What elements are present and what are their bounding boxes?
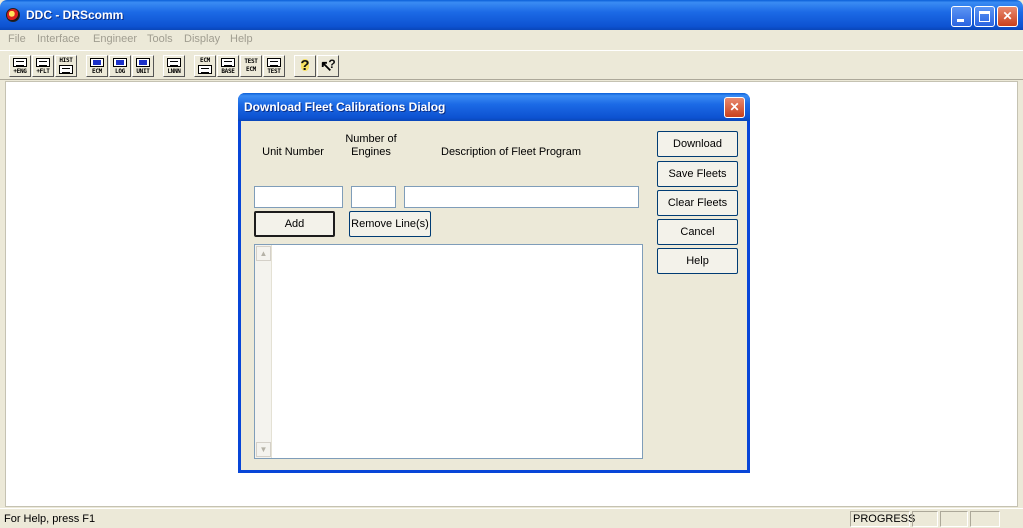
toolbar-caption: +ENG [13, 68, 27, 75]
toolbar-caption: BASE [221, 68, 235, 75]
fleet-list-scrollbar[interactable]: ▲ ▼ [255, 245, 272, 458]
printer-icon [167, 58, 181, 67]
unit-number-input[interactable] [254, 186, 343, 208]
toolbar-unit-button[interactable]: UNIT [132, 55, 154, 77]
menu-engineer[interactable]: Engineer [93, 33, 137, 45]
toolbar-caption: HIST [59, 57, 73, 64]
status-bar: For Help, press F1 PROGRESS [0, 508, 1023, 528]
status-pane [970, 511, 1000, 527]
close-icon: ✕ [729, 100, 740, 114]
toolbar-caption: TEST ECM [244, 58, 258, 73]
number-of-engines-input[interactable] [351, 186, 396, 208]
test-icon [267, 58, 281, 67]
unit-number-label: Unit Number [262, 146, 324, 158]
toolbar-ecm-button[interactable]: ECM [86, 55, 108, 77]
clear-fleets-button[interactable]: Clear Fleets [657, 190, 738, 216]
fleet-list[interactable]: ▲ ▼ [254, 244, 643, 459]
remove-lines-button[interactable]: Remove Line(s) [349, 211, 431, 237]
menu-display[interactable]: Display [184, 33, 220, 45]
status-pane [940, 511, 968, 527]
close-button[interactable]: ✕ [997, 6, 1018, 27]
scroll-down-icon[interactable]: ▼ [256, 442, 271, 457]
toolbar-caption: ECM [92, 68, 102, 75]
toolbar-fleet-button[interactable]: +FLT [32, 55, 54, 77]
toolbar-caption: ECM [200, 57, 210, 64]
toolbar-engine-button[interactable]: +ENG [9, 55, 31, 77]
ecm-upload-icon [198, 65, 212, 74]
unit-icon [136, 58, 150, 67]
toolbar-help-button[interactable]: ? [294, 55, 316, 77]
maximize-button[interactable] [974, 6, 995, 27]
toolbar-test-button[interactable]: TEST [263, 55, 285, 77]
toolbar-caption: UNIT [136, 68, 150, 75]
menu-interface[interactable]: Interface [37, 33, 80, 45]
toolbar-base-button[interactable]: BASE [217, 55, 239, 77]
toolbar-history-button[interactable]: HIST [55, 55, 77, 77]
minimize-icon [957, 19, 964, 22]
description-input[interactable] [404, 186, 639, 208]
ecm-icon [90, 58, 104, 67]
menu-bar: File Interface Engineer Tools Display He… [0, 30, 1023, 49]
toolbar-print-button[interactable]: LNNN [163, 55, 185, 77]
scroll-up-icon[interactable]: ▲ [256, 246, 271, 261]
help-button[interactable]: Help [657, 248, 738, 274]
dialog-close-button[interactable]: ✕ [724, 97, 745, 118]
toolbar-ecm-upload-button[interactable]: ECM [194, 55, 216, 77]
number-of-engines-label: Number of Engines [345, 133, 397, 158]
toolbar: +ENG +FLT HIST ECM LOG UNIT LNNN ECM BAS… [0, 50, 1023, 80]
menu-file[interactable]: File [8, 33, 26, 45]
save-fleets-button[interactable]: Save Fleets [657, 161, 738, 187]
toolbar-caption: LNNN [167, 68, 181, 75]
toolbar-caption: ? [300, 57, 310, 74]
log-icon [113, 58, 127, 67]
status-text: For Help, press F1 [4, 513, 96, 525]
add-button[interactable]: Add [254, 211, 335, 237]
toolbar-caption: TEST [267, 68, 281, 75]
window-title: DDC - DRScomm [26, 8, 124, 22]
dialog-title: Download Fleet Calibrations Dialog [244, 100, 446, 114]
toolbar-context-help-button[interactable]: ↖ ? [317, 55, 339, 77]
toolbar-test-ecm-button[interactable]: TEST ECM [240, 55, 262, 77]
cancel-button[interactable]: Cancel [657, 219, 738, 245]
toolbar-caption: ? [328, 57, 336, 71]
progress-label: PROGRESS [850, 511, 915, 527]
app-icon[interactable] [6, 8, 20, 22]
engine-icon [13, 58, 27, 67]
minimize-button[interactable] [951, 6, 972, 27]
close-icon: ✕ [1002, 9, 1013, 23]
toolbar-log-button[interactable]: LOG [109, 55, 131, 77]
toolbar-caption: +FLT [36, 68, 50, 75]
maximize-icon [979, 11, 990, 22]
description-label: Description of Fleet Program [441, 146, 581, 158]
download-button[interactable]: Download [657, 131, 738, 157]
dialog-title-bar[interactable]: Download Fleet Calibrations Dialog ✕ [238, 93, 750, 121]
history-icon [59, 65, 73, 74]
title-bar[interactable]: DDC - DRScomm ✕ [0, 0, 1023, 30]
menu-tools[interactable]: Tools [147, 33, 173, 45]
base-icon [221, 58, 235, 67]
menu-help[interactable]: Help [230, 33, 253, 45]
fleet-icon [36, 58, 50, 67]
download-fleet-dialog: Download Fleet Calibrations Dialog ✕ Uni… [238, 93, 750, 473]
toolbar-caption: LOG [115, 68, 125, 75]
status-pane [912, 511, 938, 527]
